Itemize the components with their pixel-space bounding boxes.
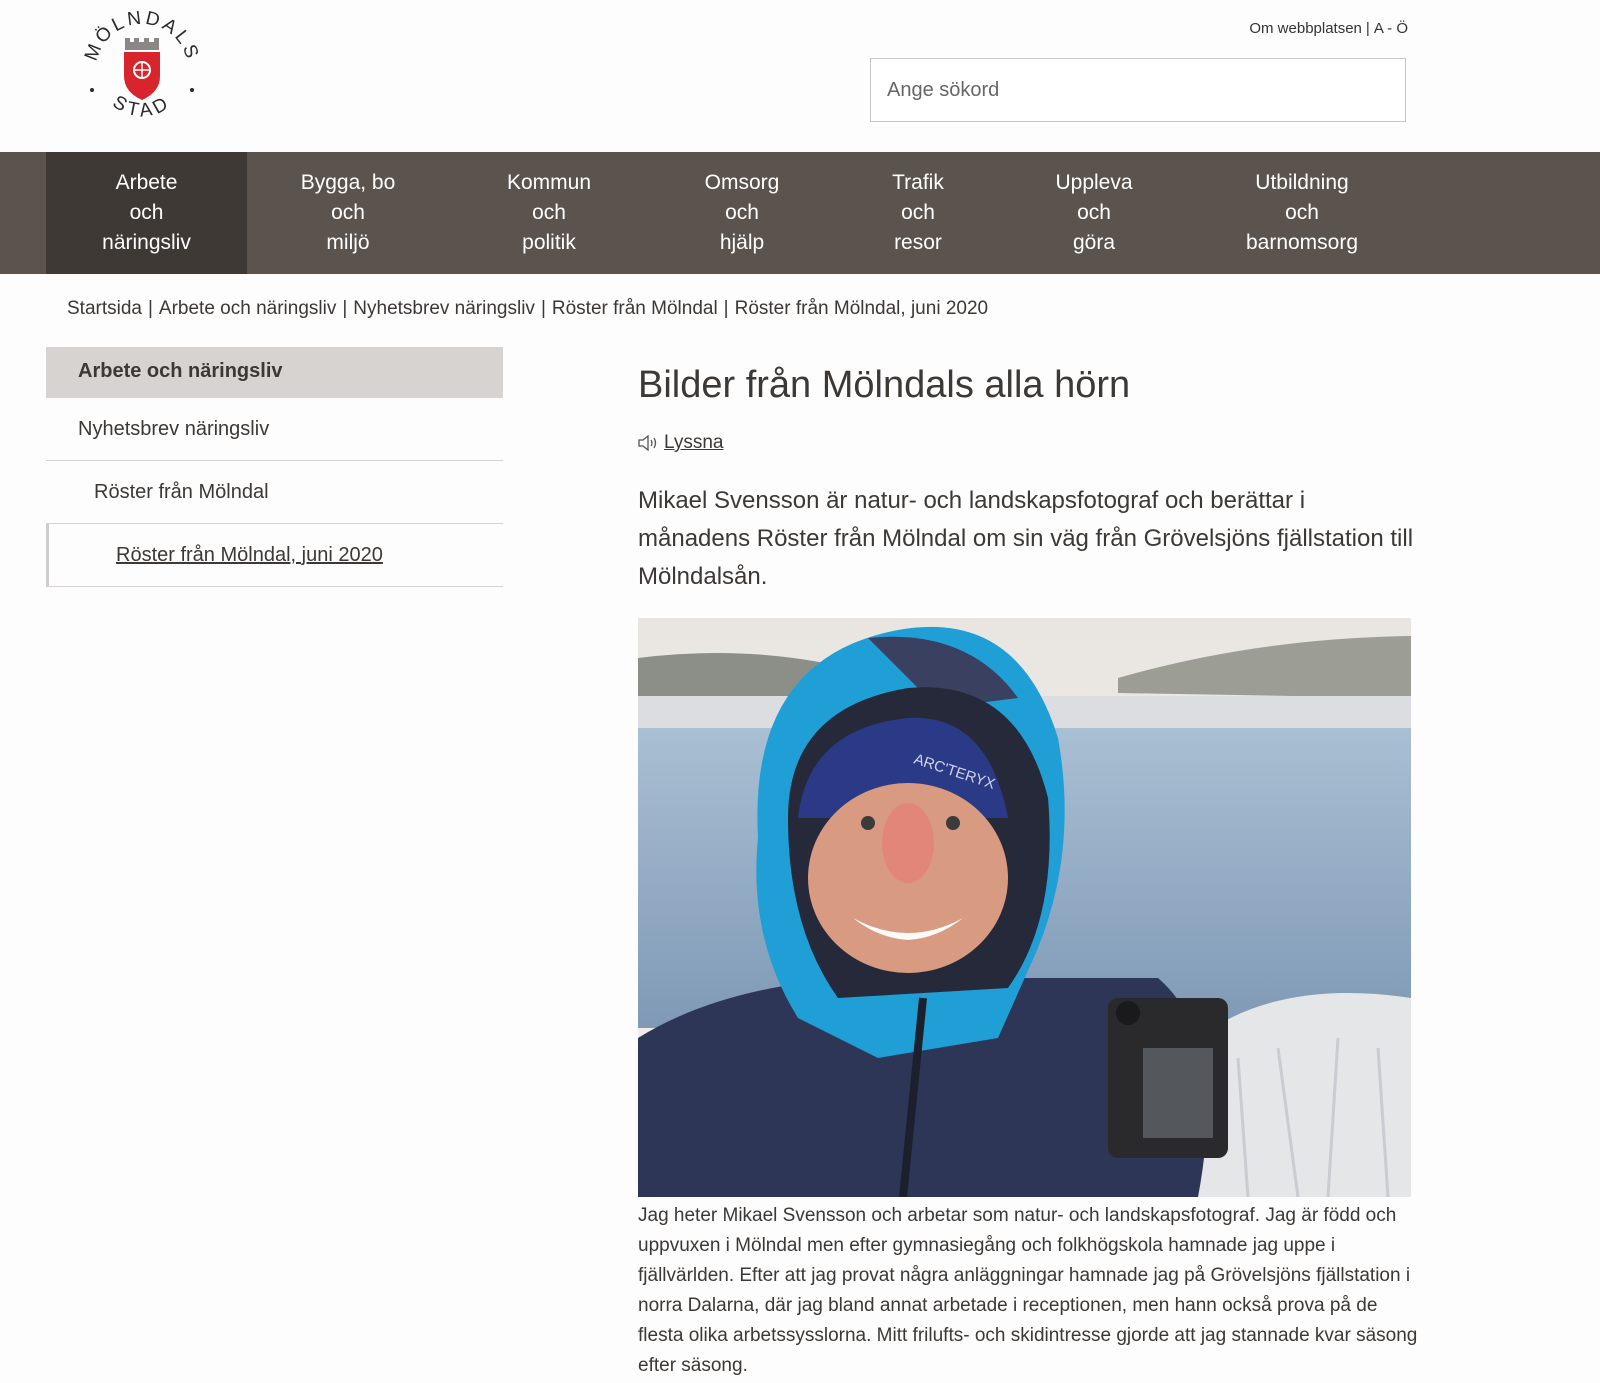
breadcrumb-nyhetsbrev[interactable]: Nyhetsbrev näringsliv — [353, 298, 535, 319]
article-body: Jag heter Mikael Svensson och arbetar so… — [638, 1205, 1418, 1376]
side-menu: Arbete och näringsliv Nyhetsbrev närings… — [46, 347, 503, 587]
page-title: Bilder från Mölndals alla hörn — [638, 364, 1131, 406]
side-menu-heading[interactable]: Arbete och näringsliv — [46, 347, 503, 398]
breadcrumb-roster[interactable]: Röster från Mölndal — [552, 298, 718, 319]
search-input[interactable] — [871, 59, 1405, 121]
article-lead: Mikael Svensson är natur- och landskapsf… — [638, 487, 1414, 590]
top-links-separator: | — [1365, 20, 1370, 37]
molndals-stad-logo[interactable]: MÖLNDALS STAD — [78, 6, 206, 134]
about-site-link[interactable]: Om webbplatsen — [1249, 20, 1362, 37]
nav-item-bygga-bo-miljo[interactable]: Bygga, bo och miljö — [247, 152, 449, 274]
side-item-roster-juni-2020[interactable]: Röster från Mölndal, juni 2020 — [46, 524, 503, 587]
listen-button[interactable]: Lyssna — [638, 432, 724, 454]
side-item-roster[interactable]: Röster från Mölndal — [46, 461, 503, 524]
nav-item-arbete-naringsliv[interactable]: Arbete och näringsliv — [46, 152, 247, 274]
nav-item-uppleva-gora[interactable]: Uppleva och göra — [1001, 152, 1187, 274]
nav-item-utbildning-barnomsorg[interactable]: Utbildning och barnomsorg — [1187, 152, 1417, 274]
breadcrumb-current: Röster från Mölndal, juni 2020 — [734, 298, 989, 319]
breadcrumb-startsida[interactable]: Startsida — [67, 298, 142, 319]
side-item-nyhetsbrev[interactable]: Nyhetsbrev näringsliv — [46, 398, 503, 461]
speaker-icon — [638, 435, 657, 451]
nav-item-omsorg-hjalp[interactable]: Omsorg och hjälp — [649, 152, 835, 274]
nav-item-trafik-resor[interactable]: Trafik och resor — [835, 152, 1001, 274]
top-links: Om webbplatsen | A - Ö — [1249, 20, 1408, 37]
breadcrumb-arbete[interactable]: Arbete och näringsliv — [159, 298, 336, 319]
breadcrumb: Startsida | Arbete och näringsliv | Nyhetsbr… — [67, 298, 989, 319]
main-nav: Arbete och näringsliv Bygga, bo och miljö Ko… — [0, 152, 1600, 274]
search-box — [870, 58, 1406, 122]
article-photo: ARC'TERYX — [638, 618, 1411, 1197]
a-o-link[interactable]: A - Ö — [1374, 20, 1408, 37]
listen-label[interactable]: Lyssna — [664, 432, 724, 454]
nav-item-kommun-politik[interactable]: Kommun och politik — [449, 152, 649, 274]
